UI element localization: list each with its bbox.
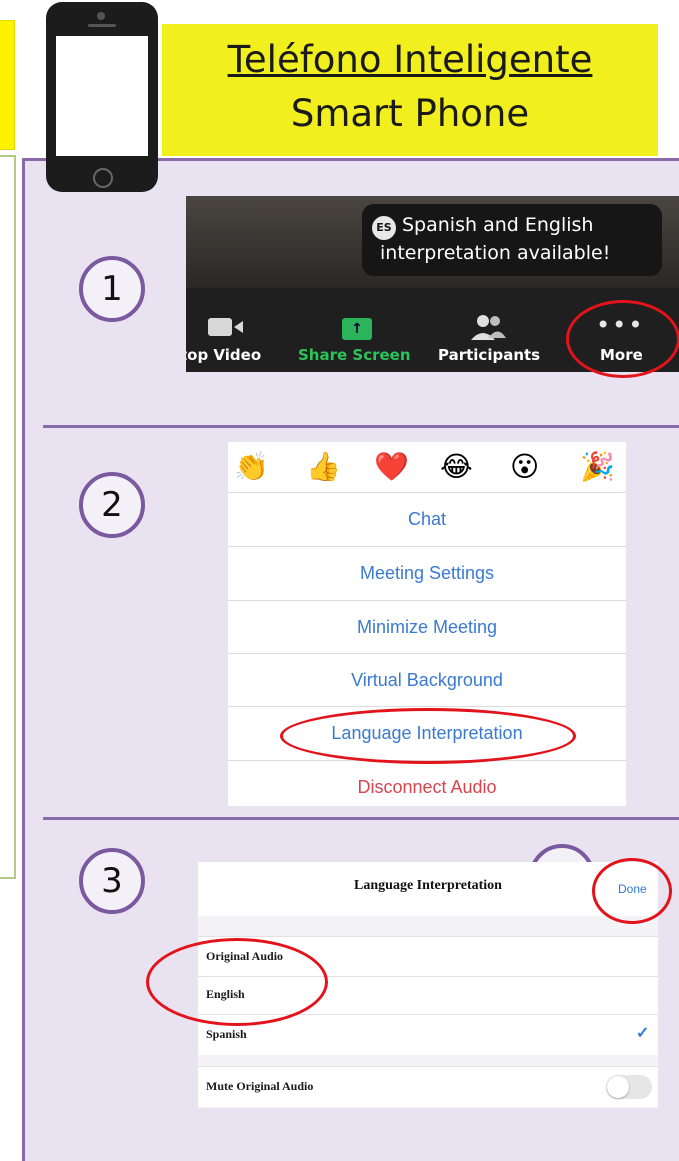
phone-screen	[56, 36, 148, 156]
menu-item-chat[interactable]: Chat	[228, 492, 626, 546]
participants-icon[interactable]	[470, 314, 506, 340]
joy-reaction[interactable]: 😂	[440, 450, 473, 484]
title-english: Smart Phone	[290, 92, 530, 135]
sheet-header: Language Interpretation Done	[198, 862, 658, 916]
video-camera-icon[interactable]	[208, 318, 243, 336]
participants-button[interactable]: Participants	[438, 346, 540, 364]
title-spanish: Teléfono Inteligente	[227, 38, 593, 81]
celebration-reaction[interactable]: 🎉	[580, 450, 615, 484]
done-highlight-oval	[592, 858, 672, 924]
heart-reaction[interactable]: ❤️	[374, 450, 409, 484]
mute-original-audio-toggle[interactable]	[606, 1075, 652, 1099]
language-interpretation-highlight-oval	[280, 708, 576, 764]
more-highlight-oval	[566, 300, 679, 378]
mute-original-audio-row: Mute Original Audio	[198, 1066, 658, 1107]
menu-item-virtual-background[interactable]: Virtual Background	[228, 653, 626, 707]
mute-label: Mute Original Audio	[206, 1079, 314, 1093]
reactions-row: 👏 👍 ❤️ 😂 😮 🎉	[228, 442, 626, 492]
stop-video-button[interactable]: top Video	[186, 346, 261, 364]
left-green-edge	[0, 155, 16, 879]
toast-line-2: interpretation available!	[380, 242, 611, 264]
phone-home-button	[93, 168, 113, 188]
phone-speaker	[88, 24, 116, 27]
divider-2	[43, 817, 679, 820]
phone-camera-dot	[97, 12, 105, 20]
smartphone-icon	[46, 2, 158, 192]
checkmark-icon: ✓	[636, 1025, 650, 1042]
divider-1	[43, 425, 679, 428]
clap-reaction[interactable]: 👏	[234, 450, 269, 484]
menu-item-disconnect-audio[interactable]: Disconnect Audio	[228, 760, 626, 814]
interpretation-toast: ES Spanish and English interpretation av…	[362, 204, 662, 276]
share-screen-icon[interactable]: ↑	[342, 318, 372, 340]
step-1-badge: 1	[79, 256, 145, 322]
option-label: Spanish	[206, 1027, 247, 1041]
sheet-title: Language Interpretation	[354, 878, 502, 893]
thumbs-up-reaction[interactable]: 👍	[306, 450, 341, 484]
english-spanish-highlight-oval	[146, 938, 328, 1026]
menu-item-meeting-settings[interactable]: Meeting Settings	[228, 546, 626, 600]
language-badge: ES	[372, 216, 396, 240]
step-3-badge: 3	[79, 848, 145, 914]
toast-line-1: Spanish and English	[402, 214, 594, 236]
left-yellow-edge	[0, 20, 15, 150]
share-screen-button[interactable]: Share Screen	[298, 346, 411, 364]
menu-item-minimize-meeting[interactable]: Minimize Meeting	[228, 600, 626, 654]
surprise-reaction[interactable]: 😮	[510, 450, 539, 484]
step-2-badge: 2	[79, 472, 145, 538]
